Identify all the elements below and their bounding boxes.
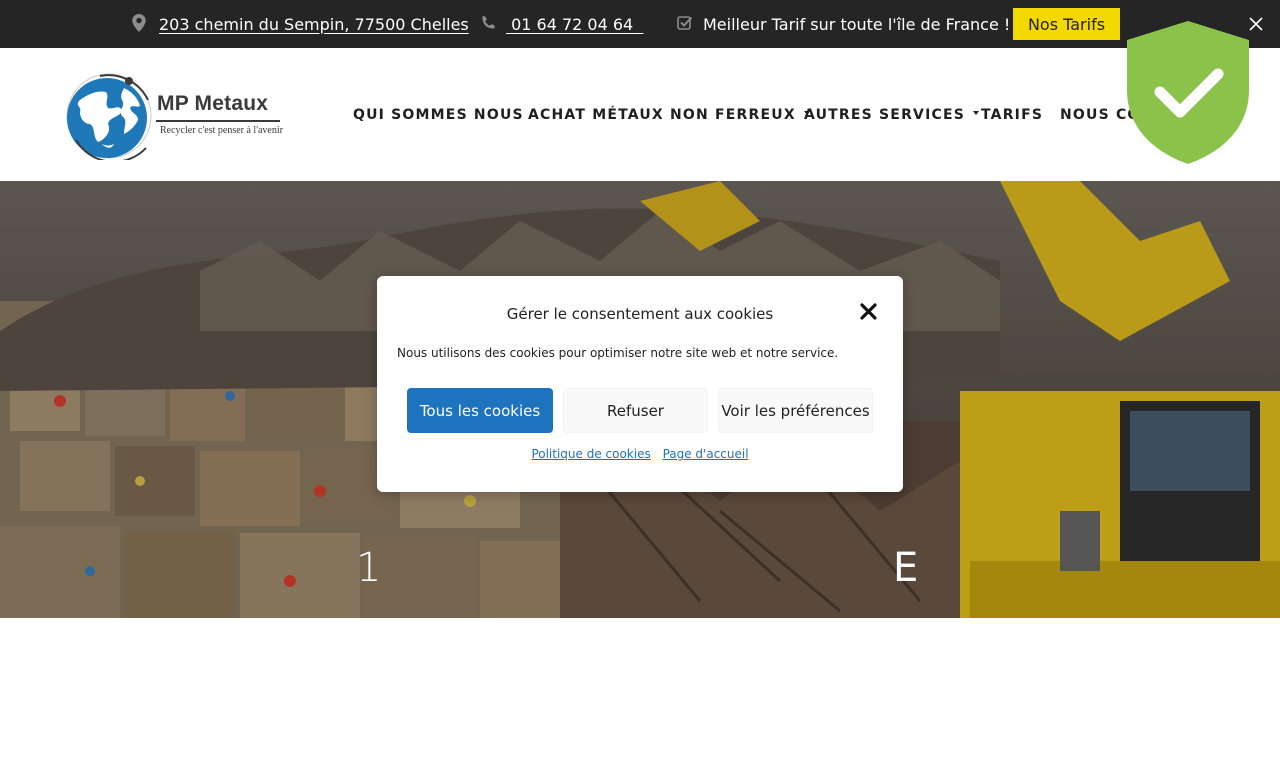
check-square-icon bbox=[677, 16, 693, 30]
shield-check-icon[interactable] bbox=[1126, 20, 1250, 165]
hero-title-left: 1 bbox=[356, 545, 382, 591]
close-icon[interactable] bbox=[860, 303, 877, 320]
phone-icon bbox=[482, 16, 495, 29]
phone-text[interactable]: 01 64 72 04 64 bbox=[506, 15, 643, 34]
nav-item-tarifs[interactable]: TARIFS bbox=[981, 48, 1043, 181]
view-preferences-button[interactable]: Voir les préférences bbox=[718, 388, 873, 433]
nav-item-autres-services[interactable]: AUTRES SERVICES bbox=[804, 48, 980, 181]
cookie-dialog-links: Politique de cookies Page d'accueil bbox=[377, 447, 903, 461]
site-header: MP Metaux Recycler c'est penser à l'aven… bbox=[0, 48, 1280, 181]
accept-all-cookies-button[interactable]: Tous les cookies bbox=[407, 388, 553, 433]
logo-title: MP Metaux bbox=[157, 92, 269, 115]
map-marker-icon bbox=[132, 14, 146, 32]
address-link[interactable]: 203 chemin du Sempin, 77500 Chelles bbox=[159, 0, 469, 48]
globe-logo-icon bbox=[66, 73, 152, 160]
cookie-consent-dialog: Gérer le consentement aux cookies Nous u… bbox=[377, 276, 903, 492]
nav-item-label[interactable]: QUI SOMMES NOUS bbox=[353, 107, 524, 123]
nav-item-qui-sommes-nous[interactable]: QUI SOMMES NOUS bbox=[353, 48, 524, 181]
nav-item-achat-metaux[interactable]: ACHAT MÉTAUX NON FERREUX bbox=[528, 48, 810, 181]
phone-link[interactable]: 01 64 72 04 64 bbox=[506, 0, 643, 48]
cookie-dialog-message: Nous utilisons des cookies pour optimise… bbox=[397, 346, 839, 360]
caret-down-icon bbox=[973, 110, 980, 115]
home-page-link[interactable]: Page d'accueil bbox=[663, 447, 749, 461]
nav-item-label[interactable]: ACHAT MÉTAUX NON FERREUX bbox=[528, 107, 796, 123]
logo-divider bbox=[156, 120, 280, 122]
promo-text-wrap: Meilleur Tarif sur toute l'île de France… bbox=[703, 0, 1010, 48]
top-info-bar: 203 chemin du Sempin, 77500 Chelles 01 6… bbox=[0, 0, 1280, 48]
logo-tagline: Recycler c'est penser à l'avenir bbox=[160, 125, 283, 136]
promo-text: Meilleur Tarif sur toute l'île de France… bbox=[703, 14, 1011, 34]
hero-title-right: E bbox=[893, 545, 919, 591]
nav-item-label[interactable]: AUTRES SERVICES bbox=[804, 107, 965, 123]
cookie-dialog-title: Gérer le consentement aux cookies bbox=[506, 305, 774, 323]
nos-tarifs-button[interactable]: Nos Tarifs bbox=[1013, 8, 1120, 40]
cookie-policy-link[interactable]: Politique de cookies bbox=[531, 447, 650, 461]
refuse-cookies-button[interactable]: Refuser bbox=[563, 388, 708, 433]
address-text[interactable]: 203 chemin du Sempin, 77500 Chelles bbox=[159, 15, 469, 34]
site-logo[interactable]: MP Metaux Recycler c'est penser à l'aven… bbox=[62, 70, 283, 160]
nav-item-label[interactable]: TARIFS bbox=[981, 107, 1043, 123]
